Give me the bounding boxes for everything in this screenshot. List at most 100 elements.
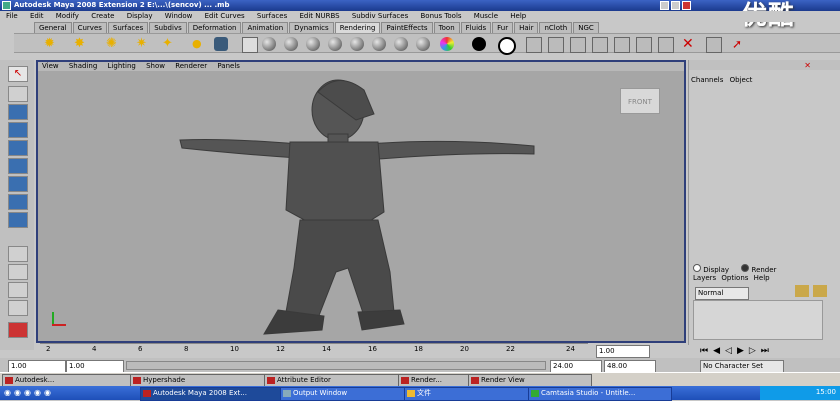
volume-light-icon[interactable]: ● (192, 37, 206, 51)
blend-mode-select[interactable]: Normal (695, 287, 749, 300)
layers-menu-layers[interactable]: Layers (693, 274, 716, 282)
step-back-icon[interactable]: ◀ (713, 346, 725, 356)
character-model[interactable] (168, 72, 548, 342)
rotate-tool-icon[interactable] (8, 140, 28, 156)
desktop-icon[interactable]: ◉ (24, 388, 34, 397)
shelf-tab-curves[interactable]: Curves (72, 22, 107, 33)
viewport-menu-lighting[interactable]: Lighting (108, 62, 136, 70)
viewport-menu-shading[interactable]: Shading (69, 62, 97, 70)
go-to-end-icon[interactable]: ⏭ (761, 346, 774, 356)
close-icon[interactable]: ✕ (804, 61, 811, 70)
black-sphere-icon[interactable] (472, 37, 486, 51)
viewport-menu-renderer[interactable]: Renderer (175, 62, 207, 70)
menu-bonus-tools[interactable]: Bonus Tools (420, 12, 461, 20)
spot-light-icon[interactable]: ✷ (136, 37, 150, 51)
close-button[interactable] (682, 1, 691, 10)
explorer-icon[interactable]: ◉ (14, 388, 24, 397)
render-icon[interactable] (526, 37, 542, 53)
new-layer-icon[interactable] (795, 285, 809, 297)
directional-light-icon[interactable]: ✸ (74, 37, 88, 51)
perspective-viewport[interactable]: View Shading Lighting Show Renderer Pane… (36, 60, 686, 343)
shelf-tab-animation[interactable]: Animation (242, 22, 289, 33)
current-frame-field[interactable]: 1.00 (596, 345, 650, 358)
material-sphere-icon[interactable] (394, 37, 408, 51)
material-sphere-icon[interactable] (372, 37, 386, 51)
material-sphere-icon[interactable] (328, 37, 342, 51)
play-forward-icon[interactable]: ▶ (737, 346, 749, 356)
step-forward-icon[interactable]: ▷ (749, 346, 761, 356)
material-sphere-icon[interactable] (306, 37, 320, 51)
layout-four-icon[interactable] (8, 264, 28, 280)
menu-modify[interactable]: Modify (56, 12, 79, 20)
viewport-menu-view[interactable]: View (42, 62, 59, 70)
material-sphere-icon[interactable] (262, 37, 276, 51)
point-light-icon[interactable]: ✺ (106, 37, 120, 51)
shelf-tab-painteffects[interactable]: PaintEffects (381, 22, 433, 33)
shelf-tab-surfaces[interactable]: Surfaces (107, 22, 149, 33)
menu-display[interactable]: Display (127, 12, 153, 20)
menu-edit-nurbs[interactable]: Edit NURBS (299, 12, 339, 20)
last-tool-icon[interactable] (8, 212, 28, 228)
move-tool-icon[interactable] (8, 122, 28, 138)
layers-menu-options[interactable]: Options (721, 274, 748, 282)
soft-mod-icon[interactable] (8, 194, 28, 210)
white-sphere-icon[interactable] (498, 37, 516, 55)
layout-icon[interactable] (8, 282, 28, 298)
shelf-tab-general[interactable]: General (34, 22, 72, 33)
shelf-tab-fluids[interactable]: Fluids (460, 22, 492, 33)
viewport-menu-panels[interactable]: Panels (217, 62, 240, 70)
tab-channels[interactable]: Channels (691, 76, 723, 84)
area-light-icon[interactable]: ✦ (162, 37, 176, 51)
taskbar-button-folder[interactable]: 文件 (404, 387, 538, 401)
lasso-tool-icon[interactable] (8, 86, 28, 102)
media-icon[interactable]: ◉ (34, 388, 44, 397)
tool-icon[interactable] (706, 37, 722, 53)
layers-menu-help[interactable]: Help (754, 274, 770, 282)
shading-icon[interactable] (658, 37, 674, 53)
viewport-menu-show[interactable]: Show (146, 62, 165, 70)
menu-muscle[interactable]: Muscle (474, 12, 498, 20)
paint-select-icon[interactable] (8, 104, 28, 120)
render-radio[interactable] (741, 264, 750, 272)
time-slider[interactable]: 2 4 6 8 10 12 14 16 18 20 22 24 (40, 343, 588, 357)
arrow-icon[interactable]: ➚ (732, 37, 746, 51)
select-tool-icon[interactable]: ↖ (8, 66, 28, 82)
texture-icon[interactable] (636, 37, 652, 53)
ramp-shader-icon[interactable] (440, 37, 454, 51)
shelf-tab-deformation[interactable]: Deformation (187, 22, 242, 33)
menu-surfaces[interactable]: Surfaces (257, 12, 287, 20)
ipr-render-icon[interactable] (548, 37, 564, 53)
ambient-light-icon[interactable]: ✹ (44, 37, 58, 51)
menu-create[interactable]: Create (91, 12, 114, 20)
shelf-tab-dynamics[interactable]: Dynamics (289, 22, 334, 33)
go-to-start-icon[interactable]: ⏮ (700, 346, 713, 356)
scale-tool-icon[interactable] (8, 158, 28, 174)
range-slider-track[interactable] (126, 361, 546, 370)
taskbar-button-output[interactable]: Output Window (280, 387, 414, 401)
shelf-tab-fur[interactable]: Fur (492, 22, 514, 33)
shelf-tab-subdivs[interactable]: Subdivs (149, 22, 187, 33)
new-layer-icon[interactable] (813, 285, 827, 297)
shelf-tab-toon[interactable]: Toon (433, 22, 460, 33)
material-sphere-icon[interactable] (416, 37, 430, 51)
menu-help[interactable]: Help (510, 12, 526, 20)
shelf-tab-rendering[interactable]: Rendering (334, 22, 381, 33)
play-back-icon[interactable]: ◁ (725, 346, 737, 356)
shelf-tab-ngc[interactable]: NGC (573, 22, 599, 33)
delete-icon[interactable]: ✕ (682, 37, 696, 51)
taskbar-button-camtasia[interactable]: Camtasia Studio - Untitle... (528, 387, 672, 401)
app-icon[interactable]: ◉ (44, 388, 54, 397)
menu-subdiv-surfaces[interactable]: Subdiv Surfaces (352, 12, 408, 20)
render-view-icon[interactable] (570, 37, 586, 53)
layout-icon[interactable] (8, 300, 28, 316)
menu-file[interactable]: File (6, 12, 18, 20)
minimize-button[interactable] (660, 1, 669, 10)
layer-list[interactable] (693, 300, 823, 340)
menu-edit[interactable]: Edit (30, 12, 44, 20)
layout-single-icon[interactable] (8, 246, 28, 262)
manipulator-icon[interactable] (8, 176, 28, 192)
menu-window[interactable]: Window (165, 12, 193, 20)
material-sphere-icon[interactable] (284, 37, 298, 51)
shelf-tab-hair[interactable]: Hair (514, 22, 539, 33)
shelf-tab-ncloth[interactable]: nCloth (539, 22, 573, 33)
